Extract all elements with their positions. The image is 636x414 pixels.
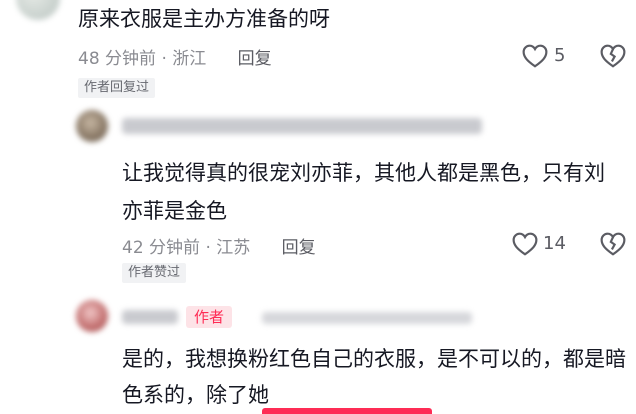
like-count: 14 (543, 233, 566, 254)
avatar[interactable] (76, 300, 108, 332)
highlight-bar (262, 408, 432, 414)
comment-location: · 浙江 (161, 49, 207, 69)
comment-time: 42 分钟前 (122, 238, 201, 258)
reply-button[interactable]: 回复 (238, 49, 272, 69)
comment-location: · 江苏 (205, 238, 251, 258)
comment-text: 让我觉得真的很宠刘亦菲，其他人都是黑色，只有刘亦菲是金色 (122, 161, 605, 223)
author-replied-tag: 作者回复过 (78, 78, 156, 98)
reply-button[interactable]: 回复 (282, 238, 316, 258)
comment-text: 原来衣服是主办方准备的呀 (78, 7, 330, 31)
like-count: 5 (554, 45, 566, 66)
username-blurred[interactable] (122, 118, 482, 134)
like-heart-icon[interactable] (512, 232, 538, 256)
author-badge: 作者 (186, 306, 233, 328)
avatar[interactable] (16, 0, 60, 20)
comment-time: 48 分钟前 (78, 49, 157, 69)
broken-heart-icon[interactable] (600, 44, 626, 68)
broken-heart-icon[interactable] (600, 232, 626, 256)
avatar[interactable] (76, 110, 108, 142)
comment-meta: 48 分钟前 · 浙江 回复 (78, 44, 272, 69)
comment-text: 是的，我想换粉红色自己的衣服，是不可以的，都是暗色系的，除了她 (122, 347, 626, 407)
comment-meta: 42 分钟前 · 江苏 回复 (122, 233, 316, 258)
username-blurred[interactable] (122, 310, 178, 324)
like-heart-icon[interactable] (522, 44, 548, 68)
author-liked-tag: 作者赞过 (122, 263, 187, 283)
reply-target-blurred (262, 312, 472, 324)
